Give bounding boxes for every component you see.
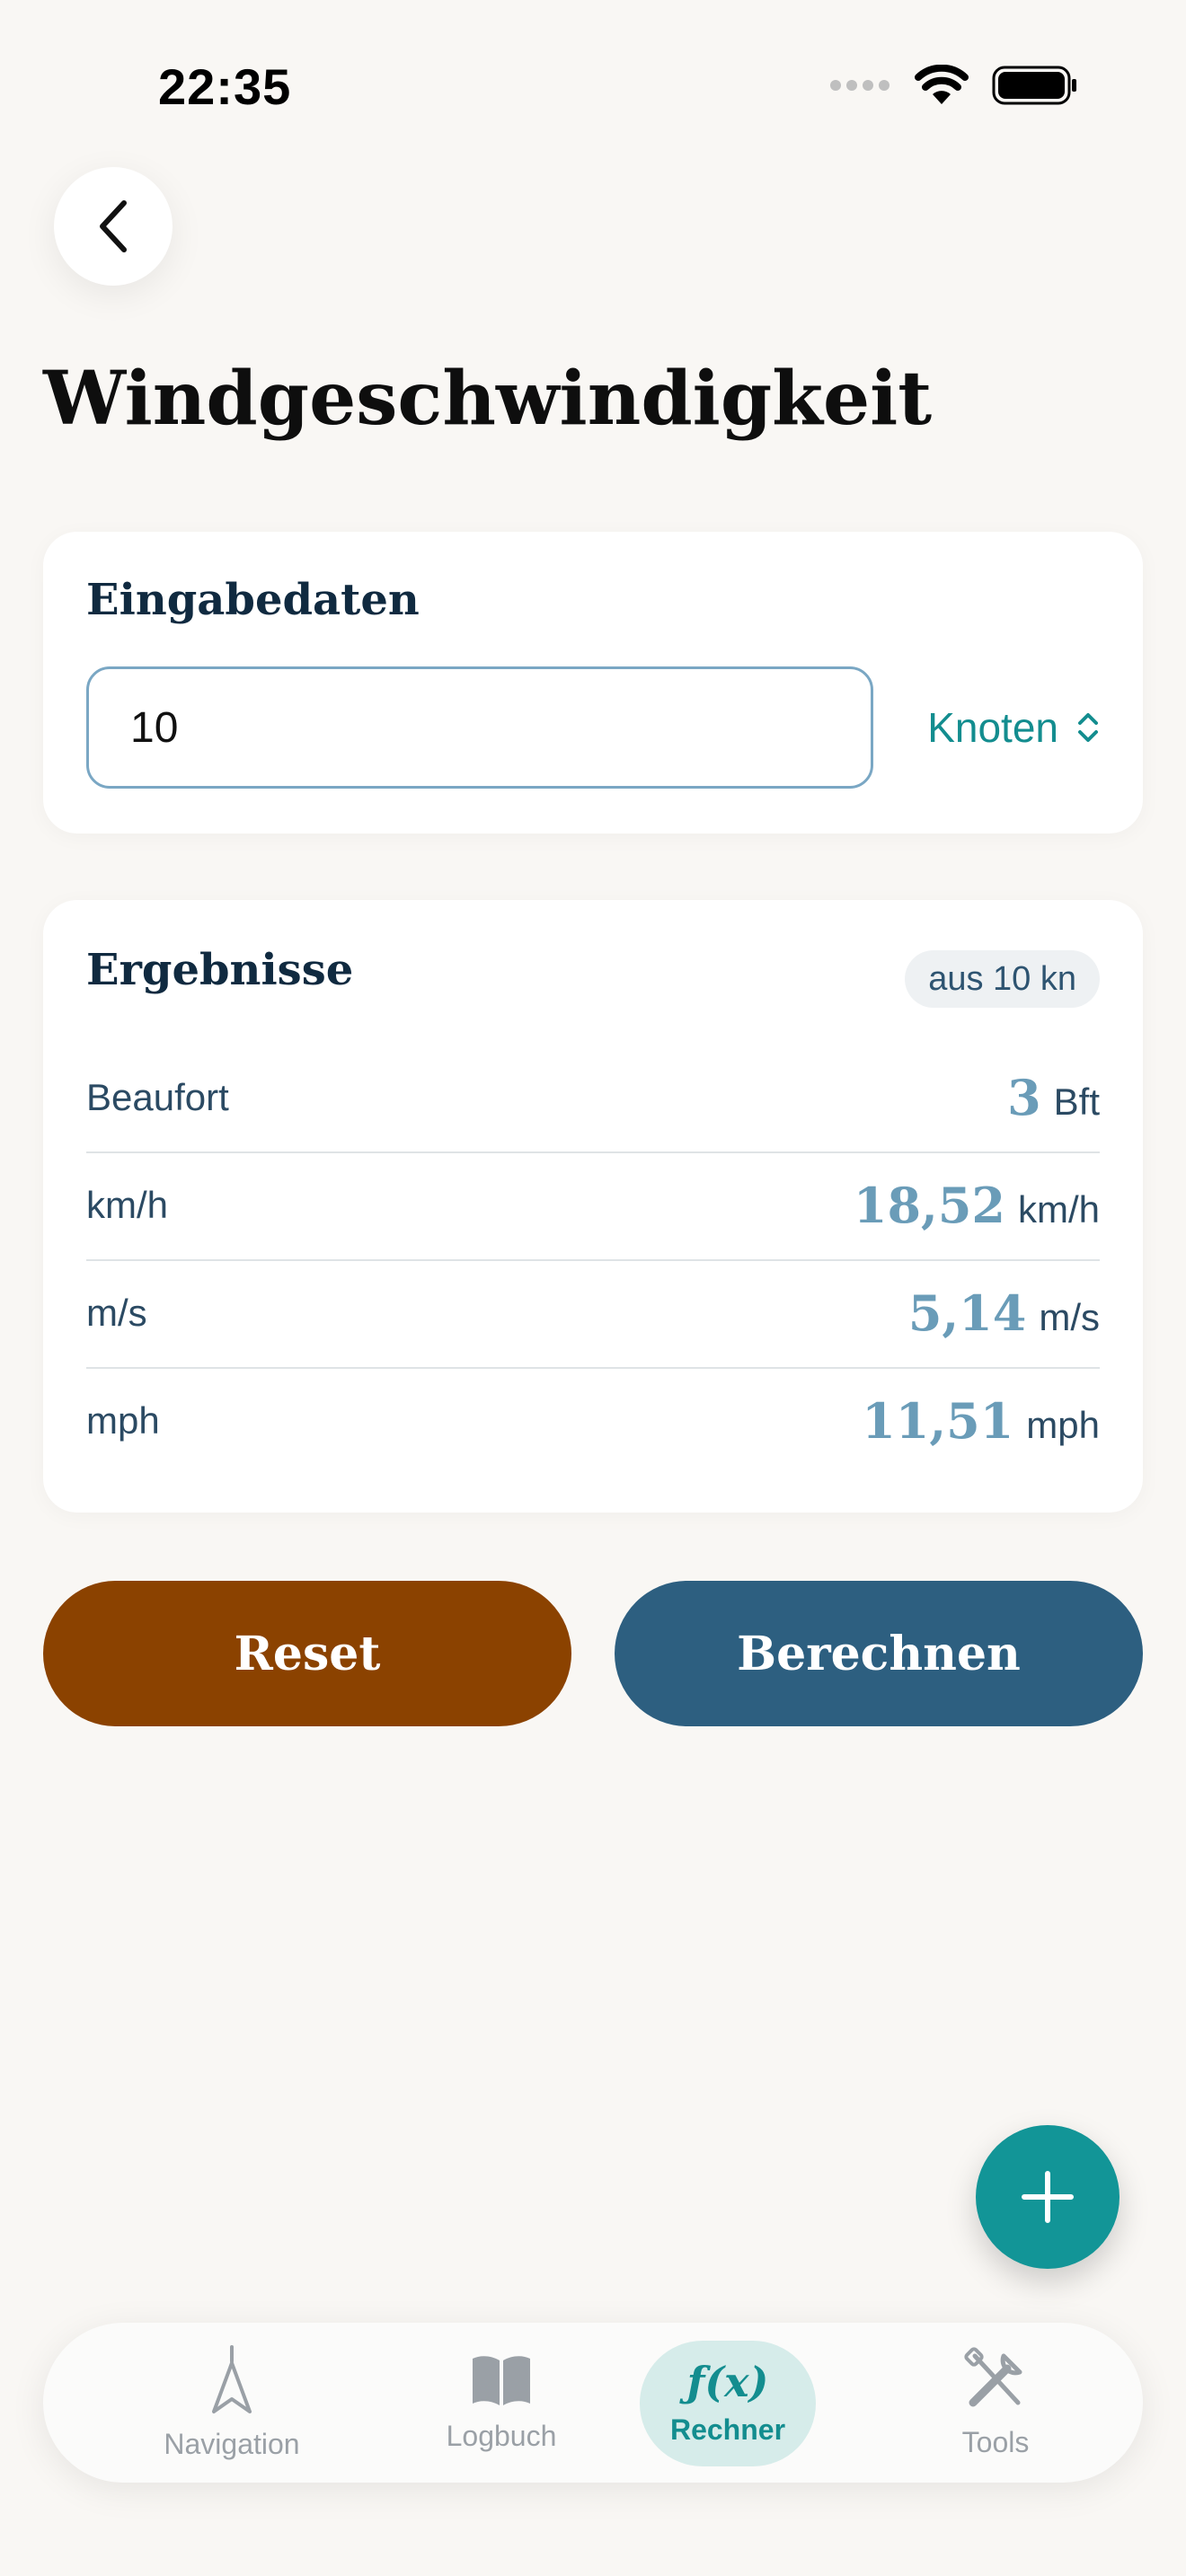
result-row-kmh: km/h 18,52 km/h	[86, 1151, 1100, 1261]
tools-icon	[964, 2346, 1022, 2406]
page-title: Windgeschwindigkeit	[43, 356, 933, 442]
add-button[interactable]	[976, 2125, 1120, 2269]
navigation-icon	[212, 2344, 252, 2413]
input-card: Eingabedaten Knoten	[43, 532, 1143, 834]
result-unit: Bft	[1053, 1081, 1100, 1123]
result-label: km/h	[86, 1184, 169, 1226]
result-unit: m/s	[1039, 1296, 1100, 1338]
result-unit: mph	[1026, 1404, 1100, 1446]
result-value-group: 18,52 km/h	[854, 1177, 1100, 1234]
function-icon: ƒ(x)	[686, 2357, 769, 2406]
result-label: Beaufort	[86, 1076, 229, 1118]
tab-label: Navigation	[164, 2427, 300, 2460]
input-card-heading: Eingabedaten	[86, 575, 420, 625]
plus-icon	[1022, 2171, 1074, 2223]
back-button[interactable]	[54, 167, 173, 286]
chevron-left-icon	[100, 200, 127, 252]
result-row-ms: m/s 5,14 m/s	[86, 1259, 1100, 1369]
result-row-beaufort: Beaufort 3 Bft	[86, 1044, 1100, 1153]
speed-input[interactable]	[86, 666, 873, 789]
tab-label: Rechner	[669, 2413, 786, 2446]
tab-logbuch[interactable]: Logbuch	[412, 2323, 591, 2483]
wifi-icon	[915, 65, 969, 104]
cellular-signal-icon	[830, 80, 890, 91]
unit-select[interactable]: Knoten	[927, 690, 1100, 765]
tab-label: Tools	[961, 2425, 1030, 2458]
unit-select-label: Knoten	[927, 704, 1058, 751]
battery-icon	[992, 66, 1076, 105]
result-value-group: 11,51 mph	[862, 1392, 1100, 1450]
calculate-button[interactable]: Berechnen	[615, 1581, 1143, 1726]
result-row-mph: mph 11,51 mph	[86, 1367, 1100, 1475]
results-card-heading: Ergebnisse	[86, 945, 354, 995]
tab-bar: Navigation Logbuch ƒ(x) Rechner Tools	[43, 2323, 1143, 2483]
tab-label: Logbuch	[446, 2419, 557, 2452]
result-value-group: 3 Bft	[1007, 1069, 1100, 1126]
status-time: 22:35	[158, 58, 292, 115]
result-value: 18,52	[853, 1177, 1005, 1234]
source-badge: aus 10 kn	[905, 950, 1100, 1008]
status-icons	[830, 65, 1078, 106]
result-value: 11,51	[862, 1392, 1014, 1450]
result-label: m/s	[86, 1292, 147, 1334]
reset-button[interactable]: Reset	[43, 1581, 571, 1726]
tab-rechner[interactable]: ƒ(x) Rechner	[640, 2341, 816, 2466]
result-value-group: 5,14 m/s	[908, 1284, 1100, 1342]
results-card: Ergebnisse aus 10 kn Beaufort 3 Bft km/h…	[43, 900, 1143, 1513]
result-label: mph	[86, 1399, 160, 1442]
result-value: 5,14	[907, 1284, 1027, 1342]
tab-tools[interactable]: Tools	[906, 2323, 1085, 2483]
result-value: 3	[1007, 1069, 1041, 1126]
chevron-up-down-icon	[1078, 713, 1098, 742]
tab-navigation[interactable]: Navigation	[142, 2323, 322, 2483]
result-unit: km/h	[1017, 1188, 1100, 1231]
book-icon	[473, 2355, 530, 2405]
